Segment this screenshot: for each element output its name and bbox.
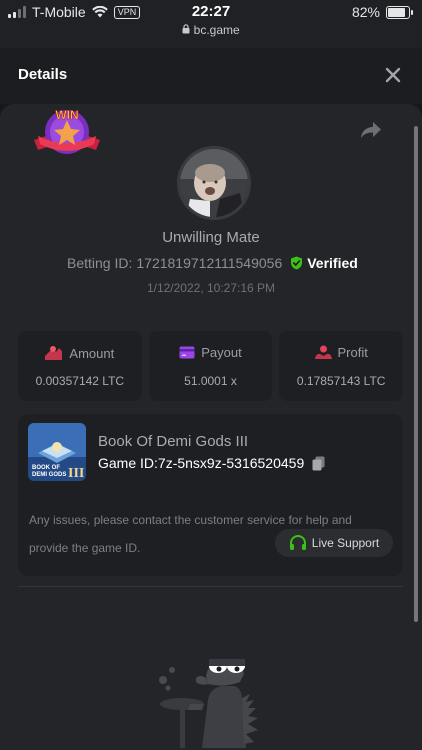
game-name[interactable]: Book Of Demi Gods III xyxy=(98,433,248,450)
svg-text:DEMI GODS: DEMI GODS xyxy=(32,472,66,478)
copy-icon[interactable] xyxy=(312,456,325,471)
game-id-label: Game ID: xyxy=(98,455,158,471)
svg-text:BOOK OF: BOOK OF xyxy=(32,465,60,471)
game-thumbnail-image: BOOK OF DEMI GODS III xyxy=(28,423,86,481)
url-text: bc.game xyxy=(193,23,240,37)
verified-badge: Verified xyxy=(290,255,358,271)
lock-icon xyxy=(182,24,190,34)
stat-label: Amount xyxy=(69,345,115,361)
game-card: BOOK OF DEMI GODS III Book Of Demi Gods … xyxy=(18,414,403,576)
shield-check-icon xyxy=(291,256,303,270)
win-badge-icon: WIN xyxy=(34,108,100,154)
headset-icon xyxy=(289,534,306,550)
game-id-row: Game ID: 7z-5nsx9z-5316520459 xyxy=(98,455,325,471)
avatar[interactable] xyxy=(177,146,251,220)
url-bar[interactable]: bc.game xyxy=(0,23,422,37)
crocodile-mascot-icon xyxy=(159,659,258,748)
live-support-button[interactable]: Live Support xyxy=(275,529,393,557)
close-icon[interactable] xyxy=(384,66,402,84)
stat-amount: Amount 0.00357142 LTC xyxy=(18,331,142,401)
win-badge-text: WIN xyxy=(55,108,78,122)
stat-value: 0.00357142 LTC xyxy=(35,374,125,388)
scrollbar[interactable] xyxy=(414,126,418,622)
page-title: Details xyxy=(18,66,68,83)
svg-text:III: III xyxy=(68,466,84,481)
stat-value: 51.0001 x xyxy=(184,374,237,388)
details-header: Details xyxy=(0,48,422,104)
verified-label: Verified xyxy=(307,255,358,271)
bet-datetime: 1/12/2022, 10:27:16 PM xyxy=(146,281,276,295)
avatar-image xyxy=(180,149,248,217)
share-icon[interactable] xyxy=(360,120,382,140)
game-id-value[interactable]: 7z-5nsx9z-5316520459 xyxy=(158,455,304,471)
bet-stats: Amount 0.00357142 LTC Payout 51.0001 x P… xyxy=(18,331,404,401)
stat-profit: Profit 0.17857143 LTC xyxy=(279,331,404,401)
status-right: 82% xyxy=(351,4,413,20)
betting-id-label: Betting ID: xyxy=(67,255,133,271)
payout-card-icon xyxy=(179,346,195,359)
battery-icon xyxy=(386,5,413,19)
stat-label: Payout xyxy=(201,345,242,360)
battery-percent: 82% xyxy=(351,4,380,20)
divider xyxy=(18,586,403,587)
profit-icon xyxy=(314,345,332,359)
username: Unwilling Mate xyxy=(162,229,260,246)
stat-payout: Payout 51.0001 x xyxy=(148,331,273,401)
betting-id-row: Betting ID: 1721819712111549056 Verified xyxy=(67,255,358,271)
stat-value: 0.17857143 LTC xyxy=(296,374,386,388)
amount-icon xyxy=(45,346,63,360)
game-thumbnail[interactable]: BOOK OF DEMI GODS III xyxy=(28,423,86,481)
betting-id-value[interactable]: 1721819712111549056 xyxy=(136,255,282,271)
stat-label: Profit xyxy=(337,345,368,360)
live-support-label: Live Support xyxy=(311,536,380,550)
status-bar: T-Mobile VPN 22:27 bc.game 82% xyxy=(0,0,422,48)
